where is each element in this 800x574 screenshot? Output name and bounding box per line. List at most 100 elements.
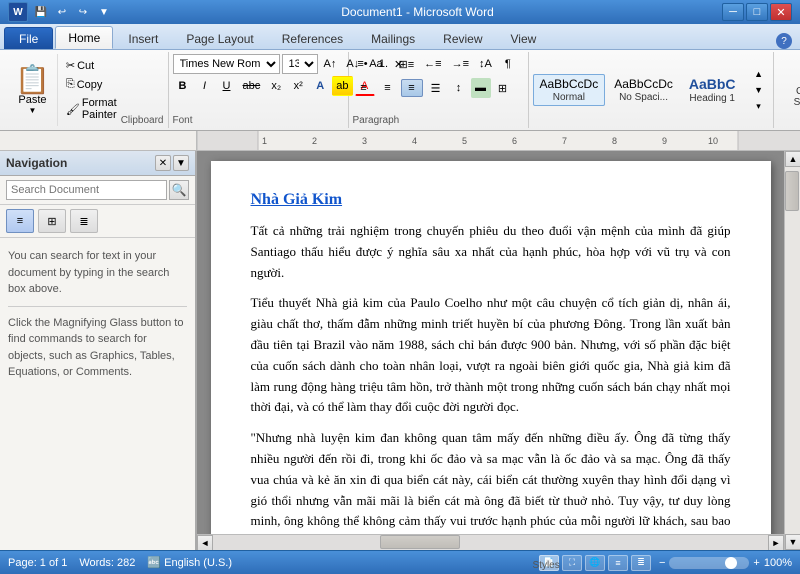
align-right-button[interactable]: ≡ [401, 79, 423, 97]
subscript-button[interactable]: x₂ [266, 76, 286, 96]
style-no-spacing[interactable]: AaBbCcDc No Spaci... [607, 74, 680, 105]
zoom-slider[interactable] [669, 557, 749, 569]
horizontal-scroll-thumb[interactable] [380, 535, 460, 549]
font-name-select[interactable]: Times New Rom [173, 54, 280, 74]
sort-button[interactable]: ↕A [475, 54, 496, 74]
italic-button[interactable]: I [195, 76, 215, 96]
tab-page-layout[interactable]: Page Layout [173, 27, 266, 49]
ruler-area: 1 2 3 4 5 6 7 8 9 10 [0, 131, 800, 151]
strikethrough-button[interactable]: abc [239, 76, 265, 96]
text-effects-button[interactable]: A [310, 76, 330, 96]
scroll-right-button[interactable]: ► [768, 535, 784, 551]
styles-more[interactable]: ▾ [749, 99, 769, 113]
tab-view[interactable]: View [498, 27, 550, 49]
underline-button[interactable]: U [217, 76, 237, 96]
svg-text:9: 9 [662, 136, 667, 146]
save-quick-btn[interactable]: 💾 [32, 3, 50, 21]
align-center-button[interactable]: ≡ [377, 79, 399, 97]
grow-font-button[interactable]: A↑ [320, 54, 341, 74]
web-layout-view-button[interactable]: 🌐 [585, 555, 605, 571]
quick-access-dropdown-btn[interactable]: ▼ [95, 3, 113, 21]
tab-references[interactable]: References [269, 27, 356, 49]
zoom-in-button[interactable]: + [753, 557, 759, 569]
increase-indent-button[interactable]: →≡ [448, 54, 473, 74]
paste-dropdown[interactable]: ▼ [28, 106, 36, 115]
paste-label: Paste [18, 94, 46, 106]
borders-button[interactable]: ⊞ [493, 78, 513, 98]
decrease-indent-button[interactable]: ←≡ [420, 54, 445, 74]
font-size-select[interactable]: 13 [282, 54, 318, 74]
ribbon-tab-list: File Home Insert Page Layout References … [0, 24, 800, 50]
font-controls: Times New Rom 13 A↑ A↓ Aa ✕ B I U abc x₂ [173, 54, 344, 113]
nav-headings-view-button[interactable]: ≡ [6, 209, 34, 233]
nav-results-view-button[interactable]: ≣ [70, 209, 98, 233]
styles-group-label: Styles [533, 558, 560, 571]
nav-pages-view-button[interactable]: ⊞ [38, 209, 66, 233]
tab-home[interactable]: Home [55, 26, 113, 49]
font-format-row: B I U abc x₂ x² A ab A [173, 76, 375, 96]
zoom-out-button[interactable]: − [659, 557, 665, 569]
document-viewport[interactable]: Nhà Giả Kim Tất cả những trải nghiệm tro… [197, 151, 784, 534]
style-heading1[interactable]: AaBbC Heading 1 [682, 73, 743, 107]
tab-review[interactable]: Review [430, 27, 495, 49]
clipboard-group: 📋 Paste ▼ ✂ Cut ⎘ Copy 🖌 Format Painter … [4, 52, 169, 128]
show-hide-button[interactable]: ¶ [498, 54, 518, 74]
style-heading1-name: Heading 1 [689, 93, 735, 104]
minimize-button[interactable]: ─ [722, 3, 744, 21]
zoom-control: − + 100% [659, 557, 792, 569]
svg-text:5: 5 [462, 136, 467, 146]
line-spacing-button[interactable]: ↕ [449, 78, 469, 98]
vertical-scroll-track[interactable] [785, 167, 800, 534]
cut-icon: ✂ [66, 59, 75, 72]
navigation-title: Navigation [6, 156, 67, 170]
horizontal-scroll-track[interactable] [213, 535, 768, 550]
format-painter-label: Format Painter [82, 97, 117, 121]
change-styles-button[interactable]: Ą ChangeStyles ▼ [790, 54, 800, 112]
tab-insert[interactable]: Insert [115, 27, 171, 49]
ruler-svg: 1 2 3 4 5 6 7 8 9 10 [198, 131, 800, 150]
nav-close-button[interactable]: ✕ [155, 155, 171, 171]
copy-icon: ⎘ [66, 78, 75, 91]
ribbon-content: 📋 Paste ▼ ✂ Cut ⎘ Copy 🖌 Format Painter … [0, 50, 800, 130]
cut-button[interactable]: ✂ Cut [62, 57, 121, 74]
tab-mailings[interactable]: Mailings [358, 27, 428, 49]
svg-text:8: 8 [612, 136, 617, 146]
format-painter-icon: 🖌 [66, 103, 80, 116]
paste-button[interactable]: 📋 Paste ▼ [8, 54, 57, 126]
help-button[interactable]: ? [776, 33, 792, 49]
copy-button[interactable]: ⎘ Copy [62, 76, 121, 93]
style-normal[interactable]: AaBbCcDc Normal [533, 74, 606, 105]
nav-dropdown-button[interactable]: ▼ [173, 155, 189, 171]
draft-view-button[interactable]: ≣ [631, 555, 651, 571]
format-painter-button[interactable]: 🖌 Format Painter [62, 95, 121, 123]
outline-view-button[interactable]: ≡ [608, 555, 628, 571]
full-screen-view-button[interactable]: ⛶ [562, 555, 582, 571]
justify-button[interactable]: ☰ [425, 79, 447, 97]
styles-scroll-down[interactable]: ▼ [749, 83, 769, 97]
numbering-button[interactable]: 1. [374, 54, 394, 74]
document-page: Nhà Giả Kim Tất cả những trải nghiệm tro… [211, 161, 771, 534]
scroll-up-button[interactable]: ▲ [785, 151, 800, 167]
scroll-down-button[interactable]: ▼ [785, 534, 800, 550]
search-input[interactable] [6, 180, 167, 200]
undo-quick-btn[interactable]: ↩ [53, 3, 71, 21]
multilevel-list-button[interactable]: ⊞≡ [395, 54, 419, 74]
redo-quick-btn[interactable]: ↪ [74, 3, 92, 21]
vertical-scroll-thumb[interactable] [785, 171, 799, 211]
search-magnifier-button[interactable]: 🔍 [169, 180, 189, 200]
zoom-slider-thumb[interactable] [725, 557, 737, 569]
align-left-button[interactable]: ≡ [353, 79, 375, 97]
scroll-left-button[interactable]: ◄ [197, 535, 213, 551]
superscript-button[interactable]: x² [288, 76, 308, 96]
paragraph-top-row: ≡• 1. ⊞≡ ←≡ →≡ ↕A ¶ [353, 54, 524, 74]
clipboard-group-label: Clipboard [121, 113, 164, 126]
bold-button[interactable]: B [173, 76, 193, 96]
maximize-button[interactable]: □ [746, 3, 768, 21]
shading-button[interactable]: ▬ [471, 78, 491, 98]
bullets-button[interactable]: ≡• [353, 54, 373, 74]
tab-file[interactable]: File [4, 27, 53, 49]
title-bar-left: W 💾 ↩ ↪ ▼ [8, 2, 113, 22]
close-button[interactable]: ✕ [770, 3, 792, 21]
styles-scroll-up[interactable]: ▲ [749, 67, 769, 81]
styles-group: AaBbCcDc Normal AaBbCcDc No Spaci... AaB… [529, 52, 774, 128]
